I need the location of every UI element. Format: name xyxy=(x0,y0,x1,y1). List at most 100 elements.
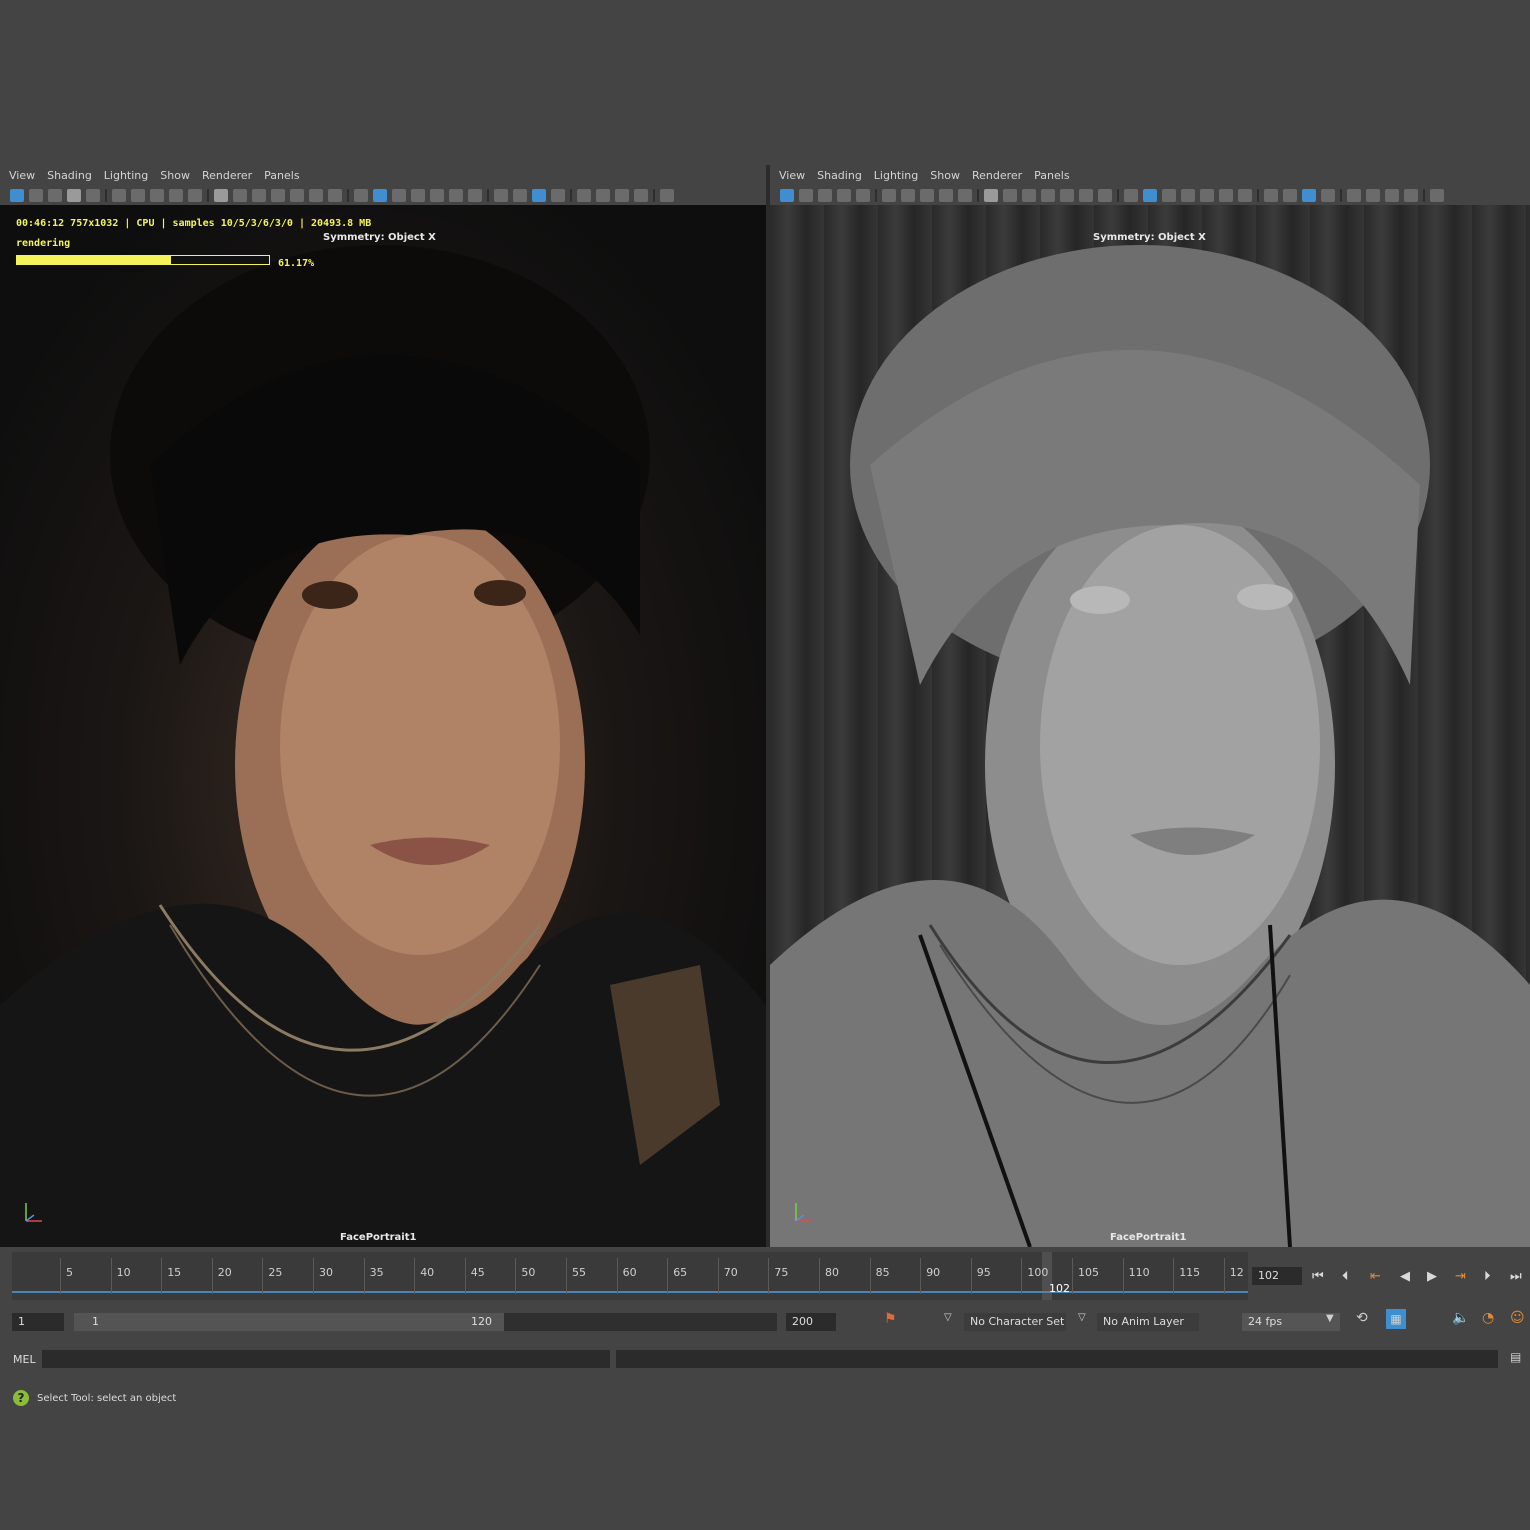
move-icon[interactable] xyxy=(169,188,183,202)
lock-camera-icon[interactable] xyxy=(799,188,813,202)
xray-joints-icon[interactable] xyxy=(1366,188,1380,202)
brush-icon[interactable] xyxy=(958,188,972,202)
shaded-icon[interactable] xyxy=(373,188,387,202)
loop-icon[interactable]: ⟲ xyxy=(1356,1310,1368,1326)
textured-icon[interactable] xyxy=(1181,188,1195,202)
field-chart-icon[interactable] xyxy=(290,188,304,202)
depth-of-field-icon[interactable] xyxy=(1321,188,1335,202)
textured-icon[interactable] xyxy=(411,188,425,202)
ambient-occlusion-icon[interactable] xyxy=(1264,188,1278,202)
grease-pencil-icon[interactable] xyxy=(920,188,934,202)
isolate-select-icon[interactable] xyxy=(1347,188,1361,202)
bookmark-icon[interactable] xyxy=(131,188,145,202)
image-plane-icon[interactable] xyxy=(837,188,851,202)
render-viewport[interactable]: 00:46:12 757x1032 | CPU | samples 10/5/3… xyxy=(0,205,766,1247)
menu-renderer[interactable]: Renderer xyxy=(972,169,1022,182)
antialiasing-icon[interactable] xyxy=(1302,188,1316,202)
menu-show[interactable]: Show xyxy=(930,169,960,182)
script-editor-icon[interactable]: ▤ xyxy=(1510,1350,1521,1364)
shaded-icon[interactable] xyxy=(1143,188,1157,202)
isolate-select-icon[interactable] xyxy=(577,188,591,202)
select-camera-icon[interactable] xyxy=(780,188,794,202)
bookmark-icon[interactable] xyxy=(901,188,915,202)
brush-icon[interactable] xyxy=(188,188,202,202)
light-icon[interactable] xyxy=(449,188,463,202)
shadows-icon[interactable] xyxy=(1238,188,1252,202)
xray-icon[interactable] xyxy=(430,188,444,202)
character-icon[interactable]: ☺ xyxy=(1510,1310,1525,1326)
step-forward-icon[interactable]: ⏵ xyxy=(1484,1269,1491,1284)
command-language-label[interactable]: MEL xyxy=(13,1353,36,1366)
chevron-down-icon[interactable]: ▼ xyxy=(1326,1313,1334,1324)
2d-pan-zoom-icon[interactable] xyxy=(856,188,870,202)
panel-layout-icon[interactable] xyxy=(1404,188,1418,202)
playback-speed-icon[interactable]: ◔ xyxy=(1482,1310,1494,1326)
2d-pan-zoom-icon[interactable] xyxy=(86,188,100,202)
renderer-settings-icon[interactable] xyxy=(660,188,674,202)
viewport-panel-right[interactable]: View Shading Lighting Show Renderer Pane… xyxy=(770,165,1530,1247)
move-icon[interactable] xyxy=(939,188,953,202)
go-to-start-icon[interactable]: ⏮ xyxy=(1312,1269,1324,1284)
time-slider[interactable]: 102 5 10 15 20 25 30 35 40 45 50 55 60 65 70 75 80 85 90 9… xyxy=(0,1247,1530,1305)
grid-icon[interactable] xyxy=(214,188,228,202)
camera-icon[interactable] xyxy=(112,188,126,202)
motion-blur-icon[interactable] xyxy=(1283,188,1297,202)
menu-panels[interactable]: Panels xyxy=(264,169,299,182)
ambient-occlusion-icon[interactable] xyxy=(494,188,508,202)
xray-active-icon[interactable] xyxy=(615,188,629,202)
viewport-panel-left[interactable]: View Shading Lighting Show Renderer Pane… xyxy=(0,165,766,1247)
renderer-settings-icon[interactable] xyxy=(1430,188,1444,202)
safe-title-icon[interactable] xyxy=(1098,188,1112,202)
xray-active-icon[interactable] xyxy=(1385,188,1399,202)
clay-viewport[interactable]: Symmetry: Object X FacePortrait1 xyxy=(770,205,1530,1247)
time-slider-track[interactable]: 102 5 10 15 20 25 30 35 40 45 50 55 60 65 70 75 80 85 90 9… xyxy=(12,1252,1248,1300)
shadows-icon[interactable] xyxy=(468,188,482,202)
image-plane-icon[interactable] xyxy=(67,188,81,202)
wireframe-on-shaded-icon[interactable] xyxy=(1162,188,1176,202)
range-slider[interactable]: 1 120 xyxy=(74,1313,777,1331)
wireframe-icon[interactable] xyxy=(354,188,368,202)
menu-view[interactable]: View xyxy=(779,169,805,182)
command-input[interactable] xyxy=(42,1350,610,1368)
antialiasing-icon[interactable] xyxy=(532,188,546,202)
xray-icon[interactable] xyxy=(1200,188,1214,202)
current-frame-field[interactable]: 102 xyxy=(1252,1267,1302,1285)
menu-lighting[interactable]: Lighting xyxy=(874,169,918,182)
lock-camera-icon[interactable] xyxy=(29,188,43,202)
sound-icon[interactable]: 🔈 xyxy=(1452,1310,1469,1326)
play-forward-icon[interactable]: ▶ xyxy=(1427,1269,1437,1284)
go-to-end-icon[interactable]: ⏭ xyxy=(1510,1269,1522,1284)
gate-mask-icon[interactable] xyxy=(1041,188,1055,202)
animation-end-field[interactable]: 200 xyxy=(786,1313,836,1331)
prev-key-icon[interactable]: ⇤ xyxy=(1370,1269,1381,1284)
film-gate-icon[interactable] xyxy=(233,188,247,202)
gate-mask-icon[interactable] xyxy=(271,188,285,202)
film-gate-icon[interactable] xyxy=(1003,188,1017,202)
character-set-select[interactable]: No Character Set xyxy=(964,1313,1066,1331)
menu-lighting[interactable]: Lighting xyxy=(104,169,148,182)
camera-icon[interactable] xyxy=(882,188,896,202)
grease-pencil-icon[interactable] xyxy=(150,188,164,202)
menu-show[interactable]: Show xyxy=(160,169,190,182)
motion-blur-icon[interactable] xyxy=(513,188,527,202)
auto-key-icon[interactable]: ⚑ xyxy=(884,1311,897,1327)
select-camera-icon[interactable] xyxy=(10,188,24,202)
field-chart-icon[interactable] xyxy=(1060,188,1074,202)
range-slider-handle[interactable] xyxy=(74,1313,504,1331)
safe-action-icon[interactable] xyxy=(309,188,323,202)
wireframe-icon[interactable] xyxy=(1124,188,1138,202)
menu-renderer[interactable]: Renderer xyxy=(202,169,252,182)
animation-start-field[interactable]: 1 xyxy=(12,1313,64,1331)
anim-layer-select[interactable]: No Anim Layer xyxy=(1097,1313,1199,1331)
safe-title-icon[interactable] xyxy=(328,188,342,202)
next-key-icon[interactable]: ⇥ xyxy=(1455,1269,1466,1284)
camera-attributes-icon[interactable] xyxy=(818,188,832,202)
grid-icon[interactable] xyxy=(984,188,998,202)
safe-action-icon[interactable] xyxy=(1079,188,1093,202)
resolution-gate-icon[interactable] xyxy=(1022,188,1036,202)
cache-playback-icon[interactable]: ▦ xyxy=(1386,1309,1406,1329)
light-icon[interactable] xyxy=(1219,188,1233,202)
play-backward-icon[interactable]: ◀ xyxy=(1400,1269,1410,1284)
menu-view[interactable]: View xyxy=(9,169,35,182)
menu-shading[interactable]: Shading xyxy=(47,169,92,182)
